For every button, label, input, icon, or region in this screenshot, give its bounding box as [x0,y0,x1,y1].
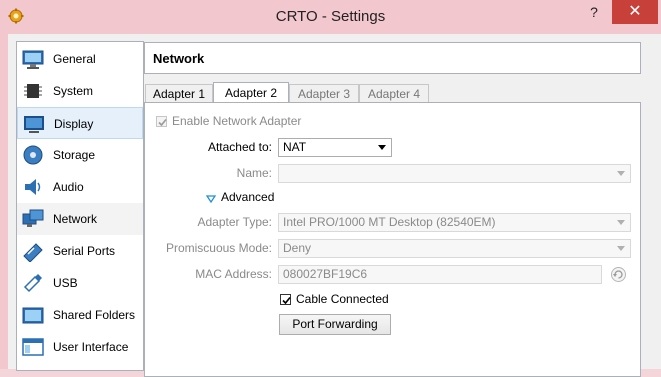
chevron-down-icon [617,220,625,225]
settings-window: CRTO - Settings ? ✕ General System Displ… [0,0,661,377]
sidebar-item-serial-ports[interactable]: Serial Ports [17,235,143,267]
promiscuous-mode-value: Deny [283,241,312,255]
mac-address-label: MAC Address: [195,267,272,281]
adapter-type-value: Intel PRO/1000 MT Desktop (82540EM) [283,215,496,229]
usb-icon [23,274,42,293]
cable-connected-checkbox[interactable] [280,294,291,305]
sidebar-item-user-interface[interactable]: User Interface [17,331,143,363]
settings-sidebar: General System Display Storage Audio Net… [16,41,144,371]
sidebar-item-label: Network [53,212,98,226]
page-header: Network [144,42,641,74]
chip-icon [24,84,42,98]
serial-port-icon [23,243,43,262]
chevron-down-icon [378,145,386,150]
disk-icon [23,145,43,165]
adapter-type-select[interactable]: Intel PRO/1000 MT Desktop (82540EM) [278,213,631,232]
chevron-down-icon [617,171,625,176]
expand-triangle-icon [205,195,217,204]
sidebar-item-display[interactable]: Display [17,107,143,139]
promiscuous-mode-label: Promiscuous Mode: [165,241,272,255]
tab-adapter-3[interactable]: Adapter 3 [289,84,359,103]
tab-adapter-2[interactable]: Adapter 2 [213,82,289,104]
network-icon [22,209,44,227]
close-button[interactable]: ✕ [612,0,658,24]
title-bar[interactable]: CRTO - Settings ? ✕ [0,0,661,34]
sidebar-item-general[interactable]: General [17,43,143,75]
sidebar-item-usb[interactable]: USB [17,267,143,299]
cable-connected-label: Cable Connected [296,292,389,306]
advanced-label[interactable]: Advanced [221,190,274,204]
sidebar-item-label: Shared Folders [53,308,136,322]
display-icon [24,116,44,133]
refresh-icon [611,267,626,282]
mac-address-value: 080027BF19C6 [283,267,368,281]
sidebar-item-system[interactable]: System [17,75,143,107]
mac-address-field[interactable]: 080027BF19C6 [278,265,602,284]
name-label: Name: [236,166,272,180]
sidebar-item-storage[interactable]: Storage [17,139,143,171]
sidebar-item-label: Storage [53,148,96,162]
name-select[interactable] [278,164,631,183]
enable-adapter-label: Enable Network Adapter [172,114,302,128]
sidebar-item-audio[interactable]: Audio [17,171,143,203]
attached-to-select[interactable]: NAT [278,138,392,157]
enable-adapter-checkbox[interactable] [156,116,167,127]
speaker-icon [25,179,41,195]
adapter-type-label: Adapter Type: [197,215,273,229]
help-button[interactable]: ? [576,0,612,24]
adapter-panel: Enable Network Adapter Attached to: NAT … [144,102,641,377]
refresh-mac-button[interactable] [610,266,627,283]
dialog-client: General System Display Storage Audio Net… [8,34,661,377]
checkmark-icon [282,296,291,305]
window-title: CRTO - Settings [275,8,386,25]
sidebar-item-label: User Interface [53,340,129,354]
tab-adapter-1[interactable]: Adapter 1 [145,84,213,103]
sidebar-item-label: Display [54,117,94,131]
folder-icon [22,307,44,324]
attached-to-value: NAT [283,140,307,154]
port-forwarding-button[interactable]: Port Forwarding [279,314,391,335]
sidebar-item-shared-folders[interactable]: Shared Folders [17,299,143,331]
sidebar-item-label: Audio [53,180,84,194]
sidebar-item-label: USB [53,276,78,290]
tab-adapter-4[interactable]: Adapter 4 [359,84,429,103]
promiscuous-mode-select[interactable]: Deny [278,239,631,258]
page-title: Network [153,51,205,66]
general-monitor-icon [22,50,44,69]
sidebar-item-label: Serial Ports [53,244,116,258]
attached-to-label: Attached to: [207,140,272,154]
chevron-down-icon [617,246,625,251]
advanced-toggle[interactable] [205,192,217,204]
sidebar-item-label: General [53,52,96,66]
window-icon [22,338,44,356]
checkmark-icon [158,118,167,127]
sidebar-item-network[interactable]: Network [17,203,143,235]
sidebar-item-label: System [53,84,94,98]
